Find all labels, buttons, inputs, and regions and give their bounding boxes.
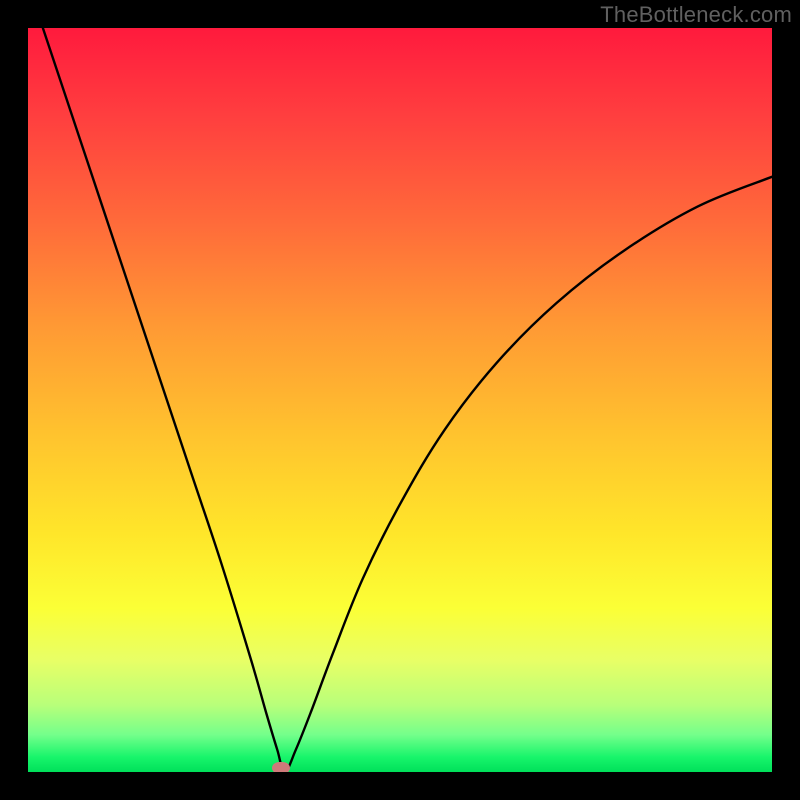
curve-layer — [28, 28, 772, 772]
optimal-point-marker — [272, 762, 290, 772]
chart-frame: TheBottleneck.com — [0, 0, 800, 800]
bottleneck-curve-line — [43, 28, 772, 772]
plot-area — [28, 28, 772, 772]
watermark-text: TheBottleneck.com — [600, 2, 792, 28]
